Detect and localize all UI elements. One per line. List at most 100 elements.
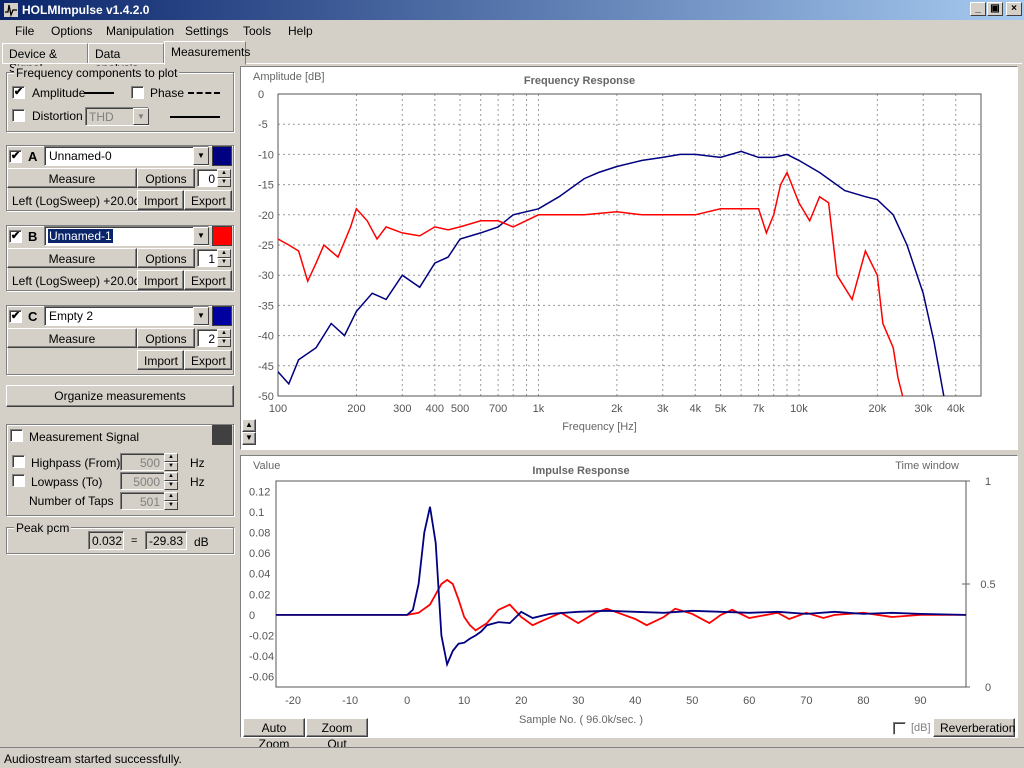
status-text: Audiostream started successfully. [4, 752, 182, 766]
tab-measurements[interactable]: Measurements [164, 41, 250, 65]
organize-measurements-button[interactable]: Organize measurements [6, 385, 234, 407]
measurement-name-select[interactable]: Unnamed-1 [44, 226, 209, 246]
y-tick-label: -30 [258, 270, 274, 282]
measurement-name-select[interactable]: Empty 2 [44, 306, 209, 326]
distortion-label: Distortion [32, 109, 83, 123]
import-button[interactable]: Import [137, 270, 184, 290]
y-tick-label: 0.1 [249, 507, 264, 519]
measure-button[interactable]: Measure [7, 328, 137, 348]
export-button[interactable]: Export [184, 350, 232, 370]
highpass-checkbox[interactable] [12, 455, 25, 468]
phase-checkbox[interactable] [131, 86, 144, 99]
chevron-down-icon[interactable]: ▼ [193, 147, 209, 165]
lowpass-spin-up-icon[interactable]: ▲ [164, 472, 178, 481]
peak-equals: = [131, 535, 138, 547]
scroll-up-icon[interactable]: ▲ [242, 419, 256, 432]
x-tick-label: 3k [657, 403, 669, 415]
menu-settings[interactable]: Settings [185, 24, 228, 38]
measurement-color-swatch[interactable] [212, 146, 232, 166]
export-button[interactable]: Export [184, 190, 232, 210]
measurement-signal-color[interactable] [212, 425, 232, 445]
x-tick-label: 70 [800, 695, 812, 707]
measure-button[interactable]: Measure [7, 168, 137, 188]
measure-button[interactable]: Measure [7, 248, 137, 268]
scroll-down-icon[interactable]: ▼ [242, 432, 256, 445]
measurement-c-checkbox[interactable]: ✔ [9, 310, 22, 323]
highpass-spin-up-icon[interactable]: ▲ [164, 453, 178, 462]
options-value-input[interactable]: 2 [197, 329, 218, 347]
measurement-name-select[interactable]: Unnamed-0 [44, 146, 209, 166]
measurement-signal-checkbox[interactable] [10, 429, 23, 442]
options-spin-down-icon[interactable]: ▼ [217, 258, 231, 267]
x-tick-label: 400 [426, 403, 444, 415]
window-title: HOLMImpulse v1.4.2.0 [22, 3, 150, 17]
x-tick-label: -10 [342, 695, 358, 707]
options-spin-up-icon[interactable]: ▲ [217, 249, 231, 258]
menu-help[interactable]: Help [288, 24, 313, 38]
y-tick-label: -0.04 [249, 651, 274, 663]
options-button[interactable]: Options [137, 248, 195, 268]
options-button[interactable]: Options [137, 168, 195, 188]
options-value-input[interactable]: 1 [197, 249, 218, 267]
highpass-spin-down-icon[interactable]: ▼ [164, 462, 178, 471]
lowpass-input[interactable]: 5000 [120, 472, 165, 490]
close-button[interactable]: × [1006, 2, 1022, 16]
y-tick-label: -35 [258, 300, 274, 312]
options-button[interactable]: Options [137, 328, 195, 348]
x-tick-label: 40k [947, 403, 965, 415]
measurement-a-checkbox[interactable]: ✔ [9, 150, 22, 163]
plot-frame [275, 480, 967, 688]
distortion-checkbox[interactable] [12, 109, 25, 122]
import-button[interactable]: Import [137, 190, 184, 210]
import-button[interactable]: Import [137, 350, 184, 370]
series-line-0 [278, 150, 945, 396]
peak-db-value: -29.83 [145, 531, 187, 550]
taps-spin-up-icon[interactable]: ▲ [164, 492, 178, 501]
minimize-button[interactable]: _ [970, 2, 986, 16]
measurement-b-checkbox[interactable]: ✔ [9, 230, 22, 243]
zoom-out-button[interactable]: Zoom Out [306, 718, 368, 751]
menu-file[interactable]: File [15, 24, 34, 38]
y2-tick-label: 0 [985, 682, 991, 694]
lowpass-checkbox[interactable] [12, 474, 25, 487]
distortion-dropdown-arrow-icon[interactable]: ▼ [133, 108, 149, 125]
y-tick-label: 0 [258, 89, 264, 101]
frequency-chart-panel[interactable]: 0 -5 -10 -15 -20 -25 -30 -35 -40 -45 -50 100 200 300 4… [240, 66, 1018, 450]
measurement-color-swatch[interactable] [212, 226, 232, 246]
y2-axis-label: Time window [895, 460, 959, 472]
x-tick-label: 7k [753, 403, 765, 415]
options-spin-down-icon[interactable]: ▼ [217, 338, 231, 347]
menu-options[interactable]: Options [51, 24, 92, 38]
options-spin-down-icon[interactable]: ▼ [217, 178, 231, 187]
amplitude-checkbox[interactable]: ✔ [12, 86, 25, 99]
tab-device-signal[interactable]: Device & Signal [2, 43, 88, 75]
impulse-chart-panel[interactable]: Value Impulse Response Time window Sample N… [240, 455, 1018, 738]
frequency-components-title: Frequency components to plot [14, 66, 180, 80]
tab-data-analysis[interactable]: Data analysis [88, 43, 164, 75]
chevron-down-icon[interactable]: ▼ [193, 227, 209, 245]
y-tick-label: 0.04 [249, 569, 270, 581]
menu-manipulation[interactable]: Manipulation [106, 24, 174, 38]
options-spin-up-icon[interactable]: ▲ [217, 169, 231, 178]
auto-zoom-button[interactable]: Auto Zoom [243, 718, 305, 751]
phase-line-sample [188, 92, 220, 94]
chevron-down-icon[interactable]: ▼ [193, 307, 209, 325]
options-value-input[interactable]: 0 [197, 169, 218, 187]
db-checkbox[interactable] [893, 722, 906, 735]
x-tick-label: 100 [269, 403, 287, 415]
lowpass-spin-down-icon[interactable]: ▼ [164, 481, 178, 490]
x-tick-label: -20 [285, 695, 301, 707]
taps-label: Number of Taps [29, 494, 114, 508]
measurement-color-swatch[interactable] [212, 306, 232, 326]
highpass-input[interactable]: 500 [120, 453, 165, 471]
export-button[interactable]: Export [184, 270, 232, 290]
menu-tools[interactable]: Tools [243, 24, 271, 38]
reverberation-button[interactable]: Reverberation [933, 718, 1015, 737]
options-spin-up-icon[interactable]: ▲ [217, 329, 231, 338]
amplitude-line-sample [84, 92, 114, 94]
measurement-info: Left (LogSweep) +20.0dB [12, 274, 149, 288]
taps-spin-down-icon[interactable]: ▼ [164, 501, 178, 510]
taps-input[interactable]: 501 [120, 492, 165, 510]
maximize-button[interactable]: ▣ [987, 2, 1003, 16]
x-tick-label: 4k [689, 403, 701, 415]
